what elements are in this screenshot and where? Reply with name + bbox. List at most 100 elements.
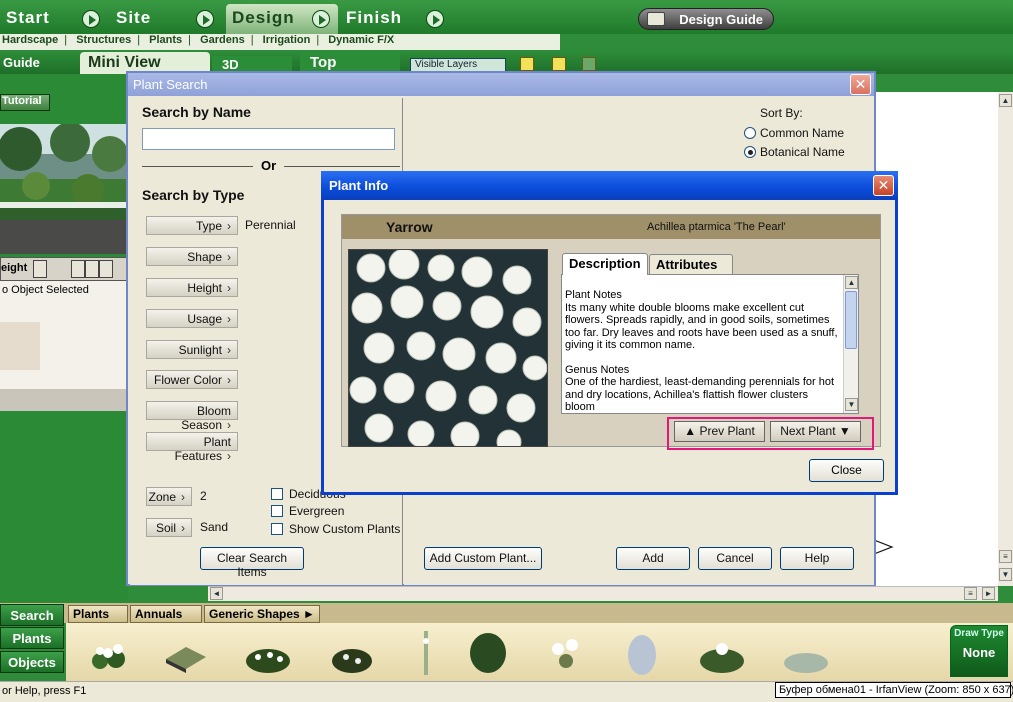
selection-info: o Object Selected xyxy=(0,281,128,411)
height-control: eight xyxy=(0,257,128,281)
palette-tab-plants[interactable]: Plants ► xyxy=(68,605,128,635)
description-scrollbar[interactable]: ▲ ▼ xyxy=(843,275,858,413)
shape-button[interactable]: Shape xyxy=(146,247,238,266)
search-side-button[interactable]: Search xyxy=(0,604,64,626)
plant-photo xyxy=(348,249,548,447)
guide-tab[interactable]: Guide xyxy=(0,52,80,72)
prev-plant-button[interactable]: ▲ Prev Plant xyxy=(674,421,765,442)
plant-info-close-button[interactable]: Close xyxy=(809,459,884,482)
plant-features-button[interactable]: Plant Features xyxy=(146,432,238,463)
plant-thumbnail[interactable] xyxy=(782,631,830,675)
tab-design[interactable]: Design xyxy=(226,4,338,34)
status-help-text: or Help, press F1 xyxy=(2,685,87,697)
plant-notes-heading: Plant Notes xyxy=(565,289,622,301)
subnav-irrigation[interactable]: Irrigation xyxy=(263,34,311,46)
palette-tab-annuals[interactable]: Annuals ► xyxy=(130,605,202,635)
hscroll-thumb[interactable]: ≡ xyxy=(964,587,977,600)
tab-description[interactable]: Description xyxy=(562,253,648,275)
color-swatch[interactable] xyxy=(0,322,40,370)
plant-thumbnail[interactable] xyxy=(698,631,746,675)
next-plant-button[interactable]: Next Plant ▼ xyxy=(770,421,861,442)
next-plant-label: Next Plant xyxy=(780,424,836,438)
subnav-gardens[interactable]: Gardens xyxy=(200,34,245,46)
evergreen-checkbox[interactable] xyxy=(271,505,283,517)
type-button[interactable]: Type xyxy=(146,216,238,235)
zone-value: 2 xyxy=(200,489,207,503)
draw-type-button[interactable]: Draw Type None xyxy=(950,625,1008,677)
scroll-thumb[interactable]: ≡ xyxy=(999,550,1012,563)
add-button[interactable]: Add xyxy=(616,547,690,570)
plant-info-panel: Yarrow Achillea ptarmica 'The Pearl' Des… xyxy=(341,214,881,447)
plant-thumbnail[interactable] xyxy=(162,631,210,675)
flower-color-button[interactable]: Flower Color xyxy=(146,370,238,389)
visible-layers-dropdown[interactable]: Visible Layers xyxy=(410,58,506,72)
layer-icon[interactable] xyxy=(520,57,534,71)
plant-thumbnail[interactable] xyxy=(464,631,512,675)
cancel-button[interactable]: Cancel xyxy=(698,547,772,570)
palette-tab-generic-shapes[interactable]: Generic Shapes ► xyxy=(204,605,320,623)
scroll-up-icon[interactable]: ▲ xyxy=(999,94,1012,107)
bloom-season-button[interactable]: Bloom Season xyxy=(146,401,238,432)
plant-thumbnail[interactable] xyxy=(244,631,292,675)
plant-name-input[interactable] xyxy=(142,128,395,150)
tutorial-button[interactable]: Tutorial xyxy=(0,94,50,111)
plant-common-name: Yarrow xyxy=(386,219,433,235)
tab-start-label: Start xyxy=(6,8,50,27)
objects-side-button[interactable]: Objects xyxy=(0,651,64,673)
close-icon[interactable]: ✕ xyxy=(850,74,871,95)
subnav-hardscape[interactable]: Hardscape xyxy=(2,34,58,46)
plant-info-title: Plant Info xyxy=(321,171,898,200)
genus-notes-text: One of the hardiest, least-demanding per… xyxy=(565,376,835,413)
show-custom-plants-checkbox[interactable] xyxy=(271,523,283,535)
move-left-icon[interactable] xyxy=(71,260,85,278)
play-icon xyxy=(426,10,444,28)
sunlight-button[interactable]: Sunlight xyxy=(146,340,238,359)
plant-botanical-name: Achillea ptarmica 'The Pearl' xyxy=(647,221,786,233)
plant-thumbnail[interactable] xyxy=(402,631,450,675)
tab-start[interactable]: Start xyxy=(0,4,108,34)
scroll-thumb[interactable] xyxy=(845,291,857,349)
book-icon xyxy=(647,12,665,26)
add-custom-plant-button[interactable]: Add Custom Plant... xyxy=(424,547,542,570)
evergreen-label: Evergreen xyxy=(289,504,345,518)
horizontal-scrollbar[interactable]: ◄ ≡ ► xyxy=(208,586,998,601)
design-subnav: Hardscape | Structures | Plants | Gardens | … xyxy=(0,34,560,50)
plant-thumbnail[interactable] xyxy=(618,631,666,675)
plant-thumbnail[interactable] xyxy=(542,631,590,675)
help-button[interactable]: Help xyxy=(780,547,854,570)
close-icon[interactable]: ✕ xyxy=(873,175,894,196)
tab-site[interactable]: Site xyxy=(110,4,222,34)
clear-search-button[interactable]: Clear Search Items xyxy=(200,547,304,579)
scroll-up-icon[interactable]: ▲ xyxy=(845,276,858,289)
tab-finish[interactable]: Finish xyxy=(340,4,458,34)
grid-icon[interactable] xyxy=(552,57,566,71)
subnav-dynamic-fx[interactable]: Dynamic F/X xyxy=(328,34,394,46)
scroll-left-icon[interactable]: ◄ xyxy=(210,587,223,600)
scroll-right-icon[interactable]: ► xyxy=(982,587,995,600)
description-text: Plant Notes Its many white double blooms … xyxy=(561,274,859,414)
select-icon[interactable] xyxy=(582,57,596,71)
move-right-icon[interactable] xyxy=(99,260,113,278)
plant-thumbnail[interactable] xyxy=(86,631,134,675)
vertical-scrollbar[interactable]: ▲ ≡ ▼ xyxy=(998,92,1013,586)
tab-attributes[interactable]: Attributes xyxy=(649,254,733,274)
plant-search-title: Plant Search xyxy=(128,73,874,96)
plants-side-button[interactable]: Plants xyxy=(0,627,64,649)
move-vertical-icon[interactable] xyxy=(85,260,99,278)
zone-button[interactable]: Zone xyxy=(146,487,192,506)
scroll-down-icon[interactable]: ▼ xyxy=(999,568,1012,581)
deciduous-checkbox[interactable] xyxy=(271,488,283,500)
design-guide-button[interactable]: Design Guide xyxy=(638,8,774,30)
subnav-plants[interactable]: Plants xyxy=(149,34,182,46)
sort-common-radio[interactable] xyxy=(744,127,756,139)
subnav-structures[interactable]: Structures xyxy=(76,34,131,46)
plant-thumbnail[interactable] xyxy=(328,631,376,675)
plant-info-dialog: Plant Info ✕ Yarrow Achillea ptarmica 'T… xyxy=(321,171,898,495)
usage-button[interactable]: Usage xyxy=(146,309,238,328)
height-button[interactable]: Height xyxy=(146,278,238,297)
scroll-down-icon[interactable]: ▼ xyxy=(845,398,858,411)
sort-botanical-radio[interactable] xyxy=(744,146,756,158)
soil-button[interactable]: Soil xyxy=(146,518,192,537)
height-stepper-icon[interactable] xyxy=(33,260,47,278)
palette-tab-plants-label: Plants xyxy=(73,607,110,621)
